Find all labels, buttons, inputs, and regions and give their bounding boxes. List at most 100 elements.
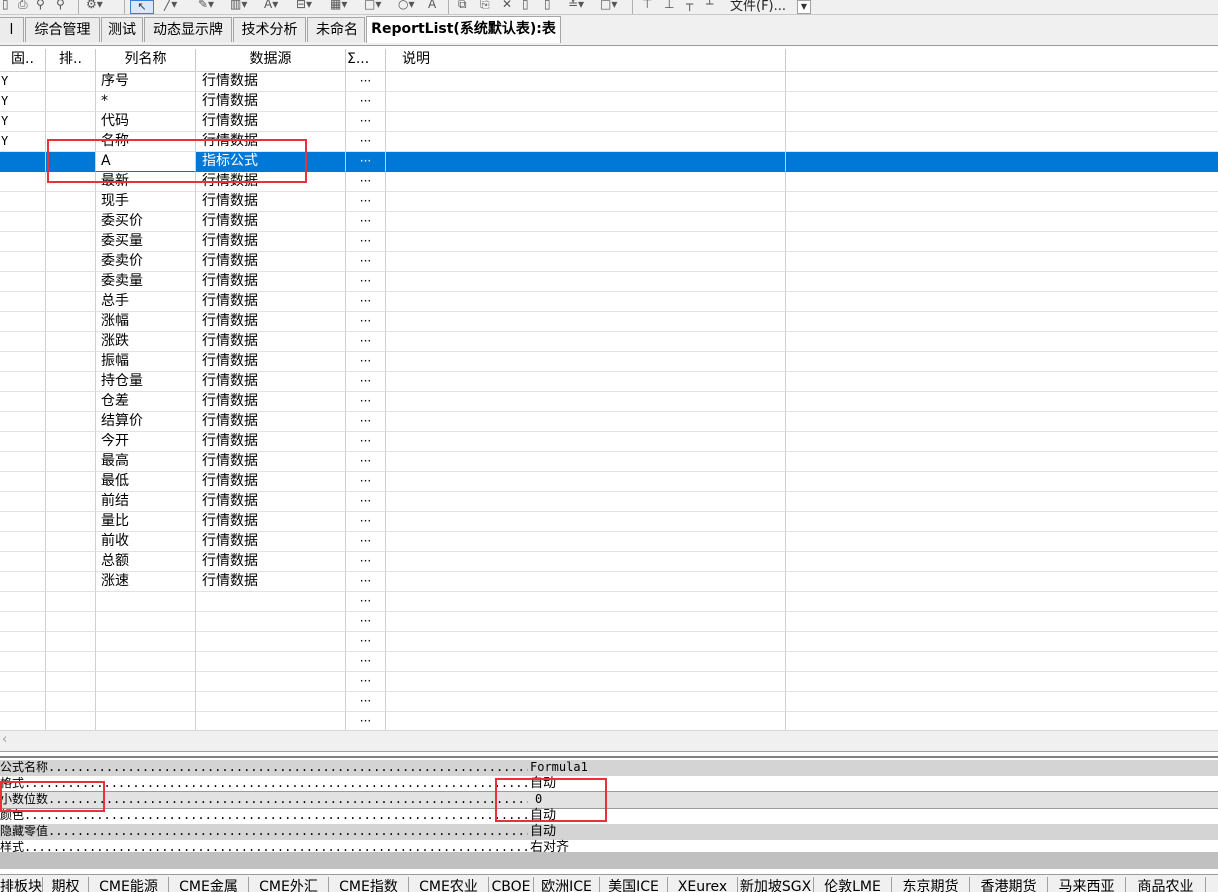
- cell-data-source[interactable]: [196, 692, 346, 712]
- cell-data-source[interactable]: 行情数据: [196, 72, 346, 92]
- cell-column-name[interactable]: 委买价: [96, 212, 196, 232]
- copy-icon[interactable]: ⧉: [458, 0, 467, 12]
- table-row[interactable]: 委卖价 行情数据 ···: [0, 252, 1218, 272]
- table-row[interactable]: 今开 行情数据 ···: [0, 432, 1218, 452]
- font-icon[interactable]: A: [428, 0, 436, 12]
- table-row[interactable]: ···: [0, 652, 1218, 672]
- circle-icon[interactable]: ○▾: [398, 0, 415, 12]
- cell-sum-button[interactable]: ···: [346, 232, 386, 252]
- cell-column-name[interactable]: [96, 592, 196, 612]
- table-row[interactable]: 前收 行情数据 ···: [0, 532, 1218, 552]
- market-tab[interactable]: 欧洲ICE: [534, 877, 600, 892]
- cell-data-source[interactable]: [196, 612, 346, 632]
- table-row[interactable]: 前结 行情数据 ···: [0, 492, 1218, 512]
- cell-sum-button[interactable]: ···: [346, 272, 386, 292]
- cell-data-source[interactable]: 行情数据: [196, 212, 346, 232]
- cell-column-name[interactable]: 最低: [96, 472, 196, 492]
- table-row[interactable]: 总额 行情数据 ···: [0, 552, 1218, 572]
- scroll-left-icon[interactable]: ‹: [2, 732, 7, 747]
- cell-column-name[interactable]: [96, 612, 196, 632]
- print-icon[interactable]: ⎙: [18, 0, 28, 12]
- table-row[interactable]: 最新 行情数据 ···: [0, 172, 1218, 192]
- cell-sum-button[interactable]: ···: [346, 352, 386, 372]
- cell-column-name[interactable]: 仓差: [96, 392, 196, 412]
- table-row[interactable]: Y 序号 行情数据 ···: [0, 72, 1218, 92]
- table-row[interactable]: 仓差 行情数据 ···: [0, 392, 1218, 412]
- redo-icon[interactable]: ▯: [544, 0, 551, 12]
- table-row[interactable]: 持仓量 行情数据 ···: [0, 372, 1218, 392]
- delete-icon[interactable]: ✕: [502, 0, 512, 12]
- file-menu[interactable]: 文件(F)...: [730, 0, 786, 14]
- cell-column-name[interactable]: 前结: [96, 492, 196, 512]
- table-row[interactable]: 涨跌 行情数据 ···: [0, 332, 1218, 352]
- property-row[interactable]: 颜色......................................…: [0, 808, 1218, 824]
- cell-data-source[interactable]: 行情数据: [196, 572, 346, 592]
- cell-column-name[interactable]: [96, 672, 196, 692]
- cell-sum-button[interactable]: ···: [346, 432, 386, 452]
- header-sum[interactable]: Σ...: [346, 49, 386, 71]
- cell-sum-button[interactable]: ···: [346, 212, 386, 232]
- table-row[interactable]: 委买价 行情数据 ···: [0, 212, 1218, 232]
- zoom-icon[interactable]: ⚲: [56, 0, 65, 12]
- cell-sum-button[interactable]: ···: [346, 192, 386, 212]
- table-row[interactable]: 最高 行情数据 ···: [0, 452, 1218, 472]
- cell-sum-button[interactable]: ···: [346, 512, 386, 532]
- format-icon[interactable]: ≚▾: [568, 0, 584, 12]
- market-tab[interactable]: 排板块: [0, 877, 43, 892]
- property-value[interactable]: 0: [535, 792, 542, 807]
- cell-data-source[interactable]: 行情数据: [196, 452, 346, 472]
- cell-sum-button[interactable]: ···: [346, 312, 386, 332]
- cell-sum-button[interactable]: ···: [346, 672, 386, 692]
- cell-data-source[interactable]: [196, 652, 346, 672]
- table-row[interactable]: ···: [0, 692, 1218, 712]
- cell-data-source[interactable]: 行情数据: [196, 292, 346, 312]
- cell-data-source[interactable]: 行情数据: [196, 412, 346, 432]
- market-tab[interactable]: CME外汇: [249, 877, 329, 892]
- table-row[interactable]: ···: [0, 592, 1218, 612]
- table-row-selected[interactable]: A 指标公式 ···: [0, 152, 1218, 172]
- cell-data-source[interactable]: 行情数据: [196, 312, 346, 332]
- cell-sum-button[interactable]: ···: [346, 112, 386, 132]
- cell-sum-button[interactable]: ···: [346, 472, 386, 492]
- box-icon[interactable]: □▾: [600, 0, 617, 12]
- cell-sum-button[interactable]: ···: [346, 72, 386, 92]
- cell-data-source[interactable]: 行情数据: [196, 172, 346, 192]
- cell-sum-button[interactable]: ···: [346, 132, 386, 152]
- cell-sum-button[interactable]: ···: [346, 372, 386, 392]
- grid-icon[interactable]: ▦▾: [330, 0, 347, 12]
- cell-sum-button[interactable]: ···: [346, 692, 386, 712]
- cell-column-name[interactable]: *: [96, 92, 196, 112]
- property-value[interactable]: 自动: [530, 808, 556, 823]
- cell-sum-button[interactable]: ···: [346, 292, 386, 312]
- cell-column-name[interactable]: [96, 712, 196, 730]
- table-row[interactable]: ···: [0, 612, 1218, 632]
- tab-partial[interactable]: l: [0, 17, 24, 42]
- gear-icon[interactable]: ⚙▾: [86, 0, 103, 12]
- table-row[interactable]: 现手 行情数据 ···: [0, 192, 1218, 212]
- cell-data-source[interactable]: 行情数据: [196, 532, 346, 552]
- cell-sum-button[interactable]: ···: [346, 572, 386, 592]
- property-value[interactable]: 自动: [530, 824, 556, 839]
- cell-column-name[interactable]: 振幅: [96, 352, 196, 372]
- cell-column-name[interactable]: 涨速: [96, 572, 196, 592]
- cell-data-source[interactable]: 行情数据: [196, 432, 346, 452]
- property-row[interactable]: 隐藏零值....................................…: [0, 824, 1218, 840]
- market-tab[interactable]: CBOE: [489, 877, 534, 892]
- cell-sum-button[interactable]: ···: [346, 412, 386, 432]
- cell-column-name[interactable]: 今开: [96, 432, 196, 452]
- cell-data-source[interactable]: 行情数据: [196, 552, 346, 572]
- property-value[interactable]: 自动: [530, 776, 556, 791]
- cell-column-name[interactable]: 委买量: [96, 232, 196, 252]
- cell-column-name[interactable]: 量比: [96, 512, 196, 532]
- cell-column-name[interactable]: 涨跌: [96, 332, 196, 352]
- cell-data-source[interactable]: [196, 672, 346, 692]
- cell-data-source[interactable]: 行情数据: [196, 392, 346, 412]
- cell-column-name[interactable]: 委卖量: [96, 272, 196, 292]
- market-tab[interactable]: 马来西亚: [1048, 877, 1126, 892]
- cell-data-source[interactable]: 行情数据: [196, 112, 346, 132]
- chart-icon[interactable]: ▥▾: [230, 0, 247, 12]
- market-tab[interactable]: 新加坡SGX: [738, 877, 814, 892]
- cell-sum-button[interactable]: ···: [346, 152, 386, 172]
- rect-icon[interactable]: □▾: [364, 0, 381, 12]
- market-tab[interactable]: 伦敦LME: [814, 877, 892, 892]
